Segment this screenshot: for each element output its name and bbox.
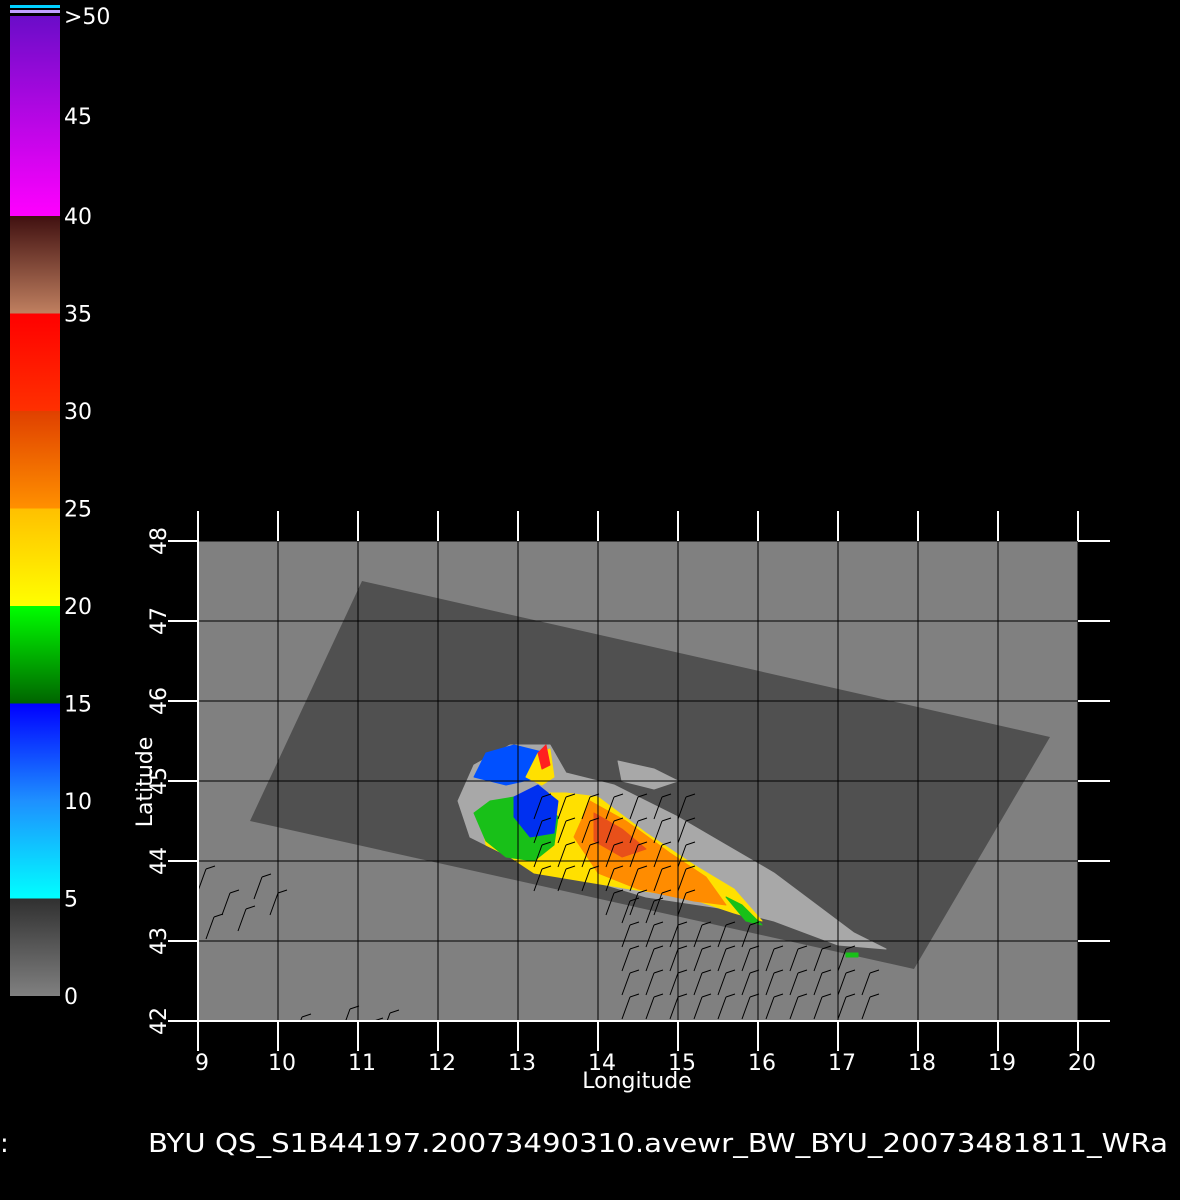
x-tick-label: 10: [268, 1051, 296, 1076]
colorbar: [10, 5, 60, 996]
colorbar-band: [10, 898, 60, 996]
plot-area: 9 10 11 12 13 14 15 16 17 18 19 20 42434445464748: [147, 511, 1110, 1076]
colorbar-label: 15: [64, 693, 92, 718]
colorbar-label: 30: [64, 400, 92, 425]
colorbar-labels: 0 5 10 15 20 25 30 35 40 45 >50: [64, 5, 110, 1010]
colorbar-label: 40: [64, 205, 92, 230]
colorbar-band: [10, 313, 60, 411]
wind-speed-map: 051015202530354045>50 9 10 11 12 13 14 15 16 17 1…: [0, 5, 1168, 1159]
colorbar-label: 35: [64, 303, 92, 328]
x-tick-label: 17: [828, 1051, 856, 1076]
x-tick-label: 9: [195, 1051, 209, 1076]
y-axis-label: Latitude: [133, 737, 158, 828]
y-tick-label: 46: [147, 687, 172, 715]
colorbar-cap: [10, 10, 60, 13]
y-tick-label: 48: [147, 527, 172, 555]
wind-region: [845, 952, 859, 958]
y-tick-label: 43: [147, 927, 172, 955]
x-tick-label: 12: [428, 1051, 456, 1076]
colorbar-band: [10, 801, 60, 899]
y-tick-label: 42: [147, 1007, 172, 1035]
colorbar-label: >50: [64, 5, 110, 30]
colorbar-band: [10, 411, 60, 509]
footer-left-mark: :: [0, 1129, 9, 1159]
colorbar-band: [10, 703, 60, 801]
x-tick-label: 18: [908, 1051, 936, 1076]
colorbar-label: 10: [64, 790, 92, 815]
colorbar-band: [10, 606, 60, 704]
y-tick-label: 47: [147, 607, 172, 635]
colorbar-band: [10, 508, 60, 606]
x-tick-label: 16: [748, 1051, 776, 1076]
x-tick-label: 13: [508, 1051, 536, 1076]
colorbar-label: 25: [64, 498, 92, 523]
colorbar-label: 20: [64, 595, 92, 620]
x-tick-label: 19: [988, 1051, 1016, 1076]
colorbar-band: [10, 16, 60, 216]
colorbar-cap: [10, 5, 60, 8]
colorbar-band: [10, 216, 60, 314]
x-tick-label: 11: [348, 1051, 376, 1076]
colorbar-label: 45: [64, 105, 92, 130]
x-tick-label: 20: [1068, 1051, 1096, 1076]
y-tick-label: 44: [147, 847, 172, 875]
footer-filename: BYU QS_S1B44197.20073490310.avewr_BW_BYU…: [148, 1129, 1168, 1159]
colorbar-label: 0: [64, 985, 78, 1010]
x-axis-label: Longitude: [582, 1069, 691, 1094]
colorbar-label: 5: [64, 888, 78, 913]
